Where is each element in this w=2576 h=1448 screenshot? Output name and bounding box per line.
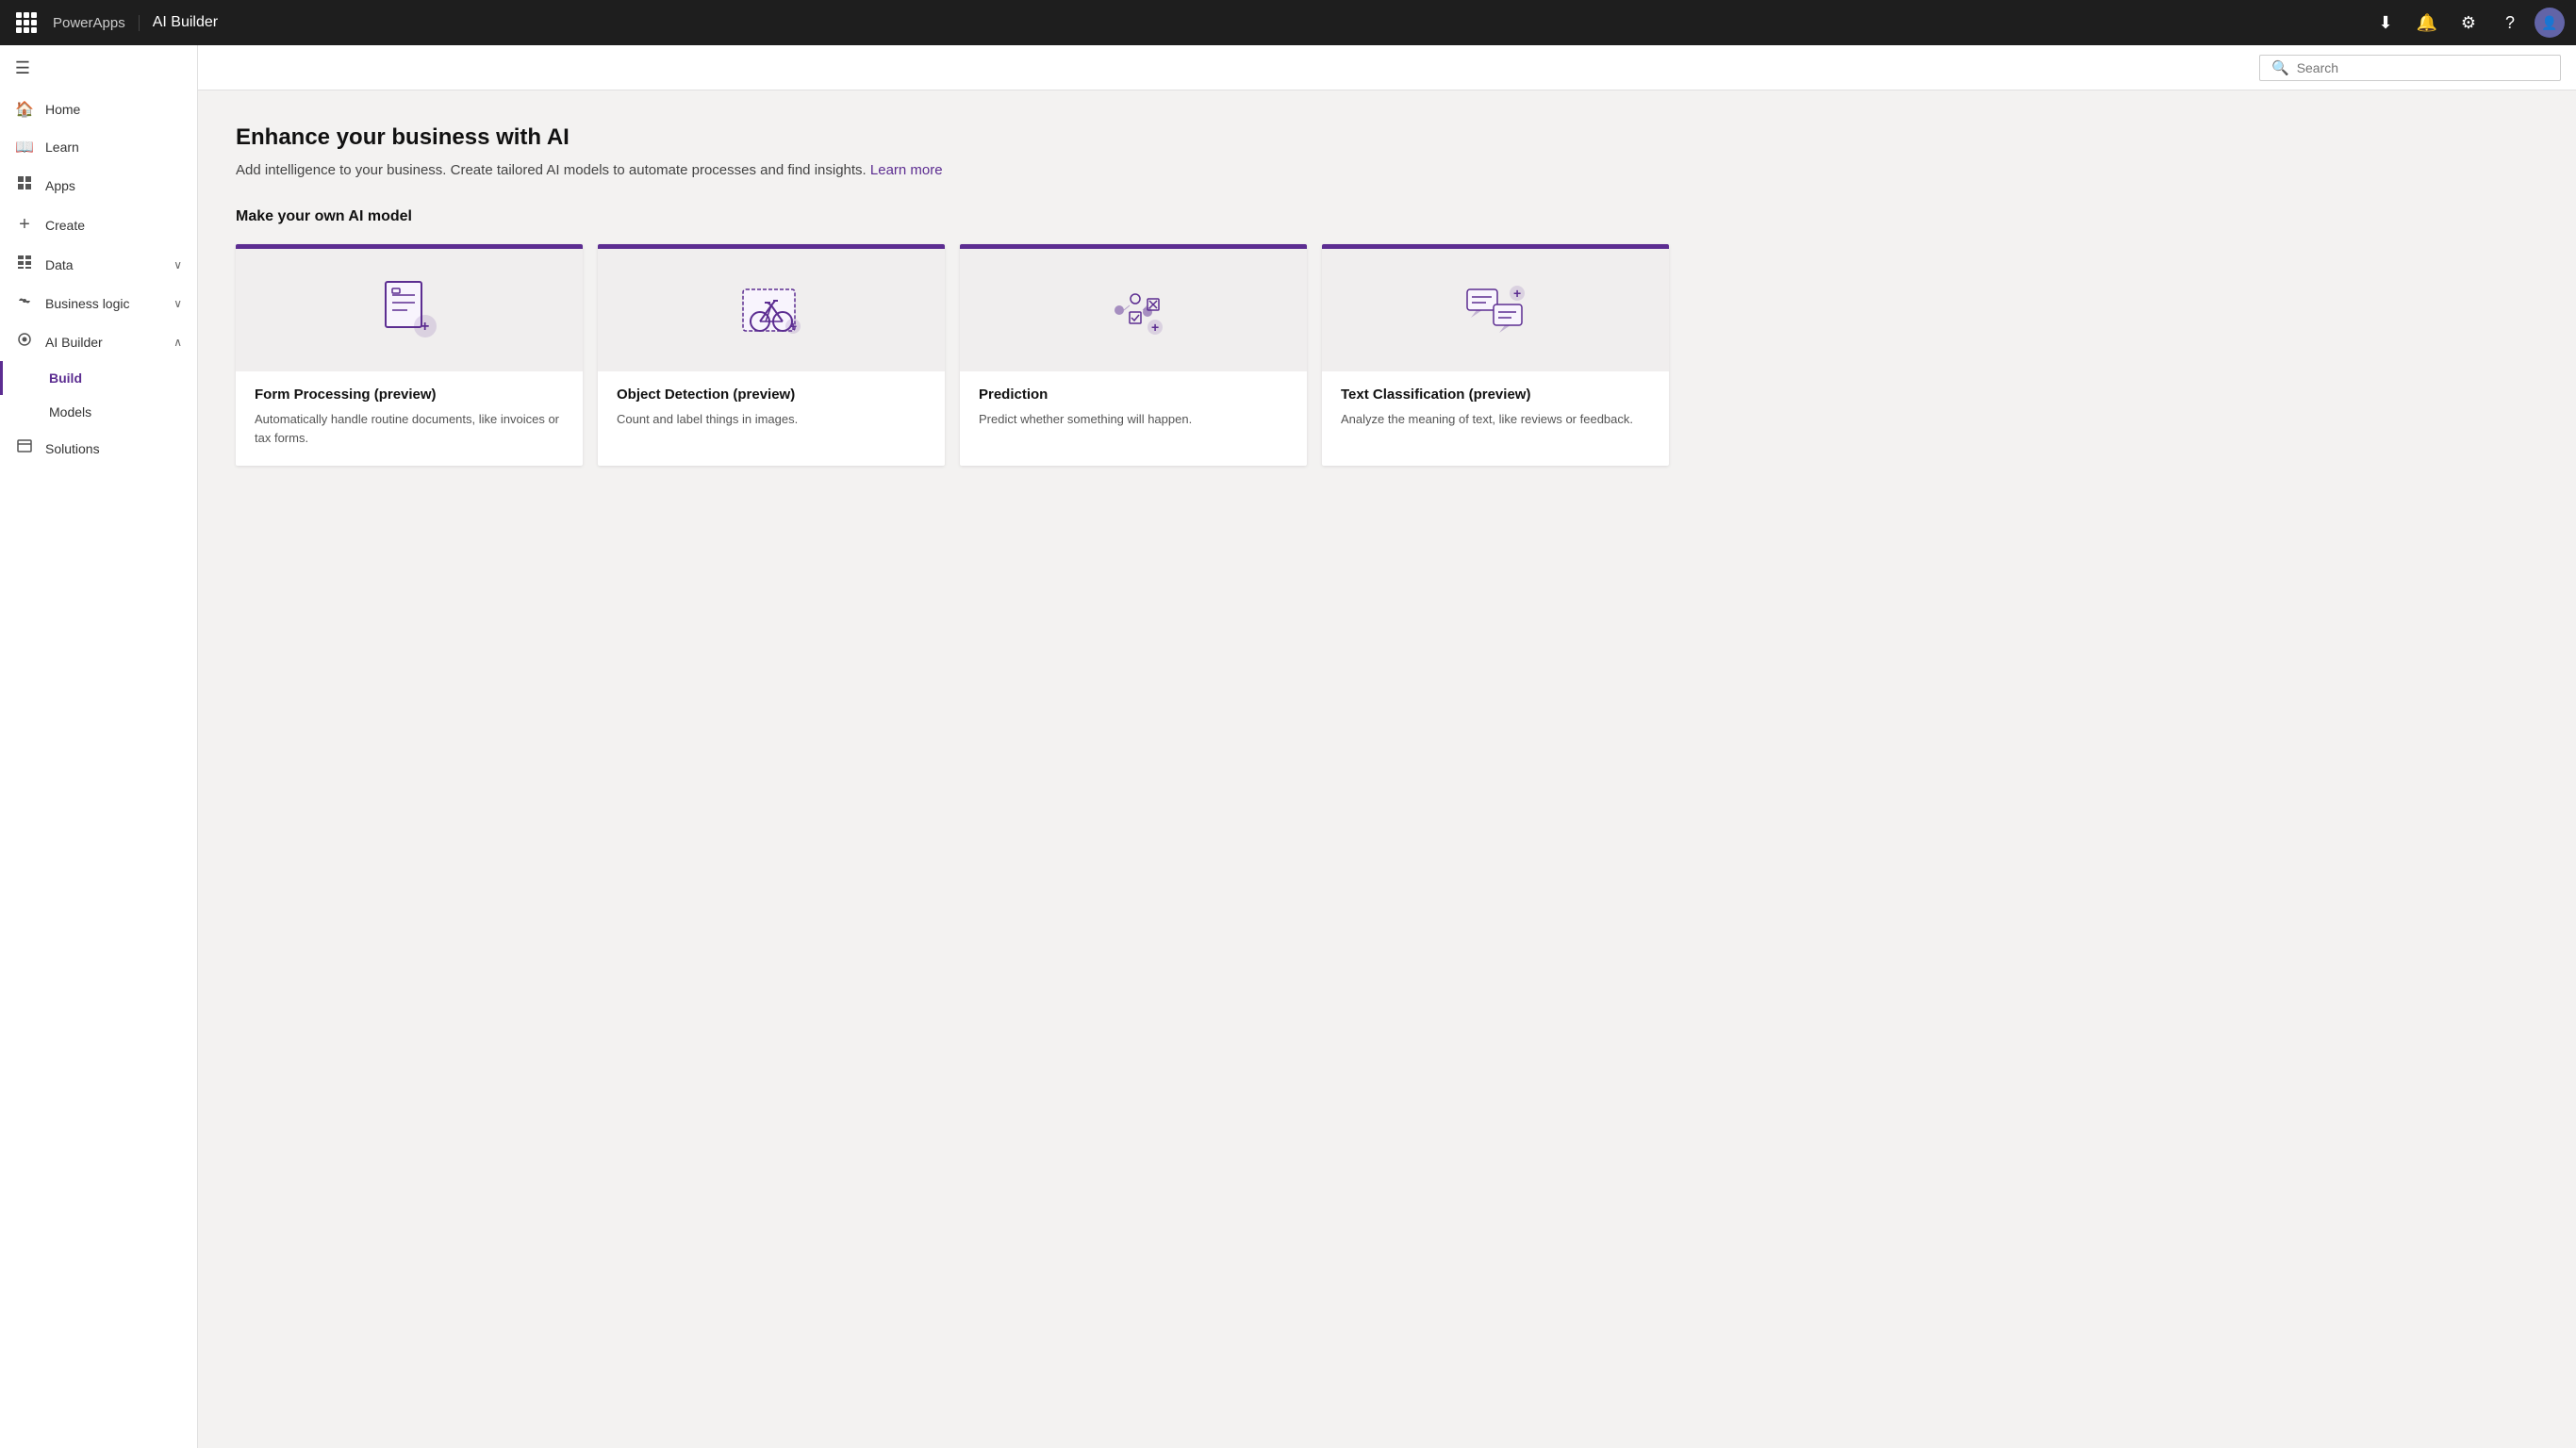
- page-subtitle: Add intelligence to your business. Creat…: [236, 162, 1669, 178]
- sidebar-item-business-logic[interactable]: Business logic ∨: [0, 284, 197, 322]
- settings-button[interactable]: ⚙: [2452, 6, 2485, 40]
- card-prediction[interactable]: + Prediction Predict whether something w…: [960, 244, 1307, 466]
- sidebar-item-models[interactable]: Models: [0, 395, 197, 429]
- card-illustration-prediction: +: [960, 249, 1307, 371]
- hamburger-icon: ☰: [15, 58, 30, 78]
- sidebar: ☰ 🏠 Home 📖 Learn Apps + Create: [0, 45, 198, 1448]
- layout: ☰ 🏠 Home 📖 Learn Apps + Create: [0, 45, 2576, 1448]
- sidebar-label-apps: Apps: [45, 178, 75, 193]
- apps-icon: [15, 175, 34, 195]
- waffle-button[interactable]: [11, 8, 41, 38]
- sidebar-item-data[interactable]: Data ∨: [0, 245, 197, 284]
- sidebar-label-learn: Learn: [45, 140, 79, 155]
- page-heading: Enhance your business with AI: [236, 124, 1669, 151]
- card-illustration-text: +: [1322, 249, 1669, 371]
- svg-text:+: +: [1151, 320, 1159, 335]
- main-inner: Enhance your business with AI Add intell…: [198, 90, 1707, 500]
- learn-icon: 📖: [15, 138, 34, 156]
- sidebar-collapse-button[interactable]: ☰: [4, 45, 41, 90]
- ai-builder-chevron-icon: ∧: [173, 336, 182, 349]
- card-body-text: Text Classification (preview) Analyze th…: [1322, 371, 1669, 448]
- topbar: PowerApps AI Builder ⬇ 🔔 ⚙ ? 👤: [0, 0, 2576, 45]
- sidebar-label-home: Home: [45, 102, 80, 117]
- home-icon: 🏠: [15, 100, 34, 119]
- card-text-classification[interactable]: + Text Classification (preview) Analyze …: [1322, 244, 1669, 466]
- help-icon: ?: [2505, 13, 2515, 33]
- card-body-form: Form Processing (preview) Automatically …: [236, 371, 583, 466]
- card-form-processing[interactable]: + Form Processing (preview) Automaticall…: [236, 244, 583, 466]
- card-desc-prediction: Predict whether something will happen.: [979, 410, 1288, 429]
- sidebar-item-build[interactable]: Build: [0, 361, 197, 395]
- card-desc-text: Analyze the meaning of text, like review…: [1341, 410, 1650, 429]
- notification-icon: 🔔: [2417, 13, 2437, 33]
- create-icon: +: [15, 214, 34, 236]
- ai-builder-subitems: Build Models: [0, 361, 197, 429]
- card-desc-form: Automatically handle routine documents, …: [255, 410, 564, 447]
- sidebar-label-ai-builder: AI Builder: [45, 335, 103, 350]
- sidebar-item-ai-builder[interactable]: AI Builder ∧: [0, 322, 197, 361]
- avatar[interactable]: 👤: [2535, 8, 2565, 38]
- page-title: AI Builder: [153, 14, 2357, 31]
- svg-text:+: +: [789, 319, 797, 334]
- sidebar-item-apps[interactable]: Apps: [0, 166, 197, 205]
- search-bar: 🔍: [198, 45, 2576, 90]
- section-title: Make your own AI model: [236, 208, 1669, 225]
- card-title-prediction: Prediction: [979, 387, 1288, 403]
- sidebar-label-build: Build: [49, 370, 82, 386]
- search-input[interactable]: [2297, 60, 2485, 75]
- topbar-icons: ⬇ 🔔 ⚙ ? 👤: [2369, 6, 2565, 40]
- card-desc-object: Count and label things in images.: [617, 410, 926, 429]
- business-logic-chevron-icon: ∨: [173, 297, 182, 310]
- download-icon: ⬇: [2378, 13, 2392, 33]
- help-button[interactable]: ?: [2493, 6, 2527, 40]
- card-object-detection[interactable]: + Object Detection (preview) Count and l…: [598, 244, 945, 466]
- main-content: Enhance your business with AI Add intell…: [198, 90, 2576, 1448]
- card-title-text: Text Classification (preview): [1341, 387, 1650, 403]
- card-body-prediction: Prediction Predict whether something wil…: [960, 371, 1307, 448]
- cards-grid: + Form Processing (preview) Automaticall…: [236, 244, 1669, 466]
- waffle-icon: [16, 12, 37, 33]
- sidebar-label-create: Create: [45, 218, 85, 233]
- app-name: PowerApps: [53, 15, 140, 31]
- card-illustration-form: +: [236, 249, 583, 371]
- business-logic-icon: [15, 293, 34, 313]
- card-title-object: Object Detection (preview): [617, 387, 926, 403]
- card-body-object: Object Detection (preview) Count and lab…: [598, 371, 945, 448]
- data-icon: [15, 255, 34, 274]
- sidebar-label-data: Data: [45, 257, 74, 272]
- sidebar-label-models: Models: [49, 404, 91, 420]
- data-chevron-icon: ∨: [173, 258, 182, 272]
- sidebar-item-solutions[interactable]: Solutions: [0, 429, 197, 468]
- download-button[interactable]: ⬇: [2369, 6, 2403, 40]
- ai-builder-icon: [15, 332, 34, 352]
- sidebar-item-home[interactable]: 🏠 Home: [0, 90, 197, 128]
- notification-button[interactable]: 🔔: [2410, 6, 2444, 40]
- card-title-form: Form Processing (preview): [255, 387, 564, 403]
- sidebar-item-learn[interactable]: 📖 Learn: [0, 128, 197, 166]
- search-bar-inner[interactable]: 🔍: [2259, 55, 2561, 81]
- settings-icon: ⚙: [2461, 13, 2476, 33]
- sidebar-item-create[interactable]: + Create: [0, 205, 197, 245]
- svg-text:+: +: [421, 319, 429, 335]
- svg-text:+: +: [1513, 286, 1521, 301]
- solutions-icon: [15, 438, 34, 458]
- search-icon: 🔍: [2271, 59, 2289, 76]
- sidebar-label-solutions: Solutions: [45, 441, 100, 456]
- card-illustration-object: +: [598, 249, 945, 371]
- learn-more-link[interactable]: Learn more: [870, 162, 943, 178]
- sidebar-label-business-logic: Business logic: [45, 296, 130, 311]
